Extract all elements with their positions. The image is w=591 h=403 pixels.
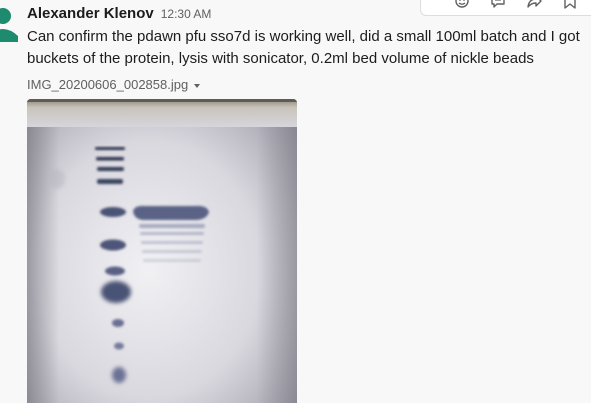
caret-down-icon[interactable] bbox=[194, 83, 201, 88]
save-bookmark-icon bbox=[564, 0, 576, 9]
reply-thread-button[interactable] bbox=[487, 0, 509, 11]
share-message-icon bbox=[527, 0, 542, 8]
message-actions-toolbar bbox=[420, 0, 591, 16]
gel-photo bbox=[27, 99, 297, 403]
attachment-filename-row[interactable]: IMG_20200606_002858.jpg bbox=[27, 77, 201, 92]
emoji-reaction-button[interactable] bbox=[451, 0, 473, 11]
save-bookmark-button[interactable] bbox=[559, 0, 581, 11]
message-text: Can confirm the pdawn pfu sso7d is worki… bbox=[27, 28, 580, 67]
message-timestamp[interactable]: 12:30 AM bbox=[161, 7, 212, 21]
avatar[interactable] bbox=[0, 4, 18, 42]
user-avatar-icon bbox=[0, 8, 18, 42]
slack-message-view: Alexander Klenov 12:30 AM Can confirm th… bbox=[0, 0, 591, 403]
reply-thread-icon bbox=[491, 0, 505, 8]
share-message-button[interactable] bbox=[523, 0, 545, 11]
message-author[interactable]: Alexander Klenov bbox=[27, 5, 154, 22]
emoji-reaction-icon bbox=[455, 0, 469, 8]
attachment-image[interactable] bbox=[27, 99, 297, 403]
message-header: Alexander Klenov 12:30 AM bbox=[27, 5, 211, 22]
attachment-filename[interactable]: IMG_20200606_002858.jpg bbox=[27, 77, 188, 92]
